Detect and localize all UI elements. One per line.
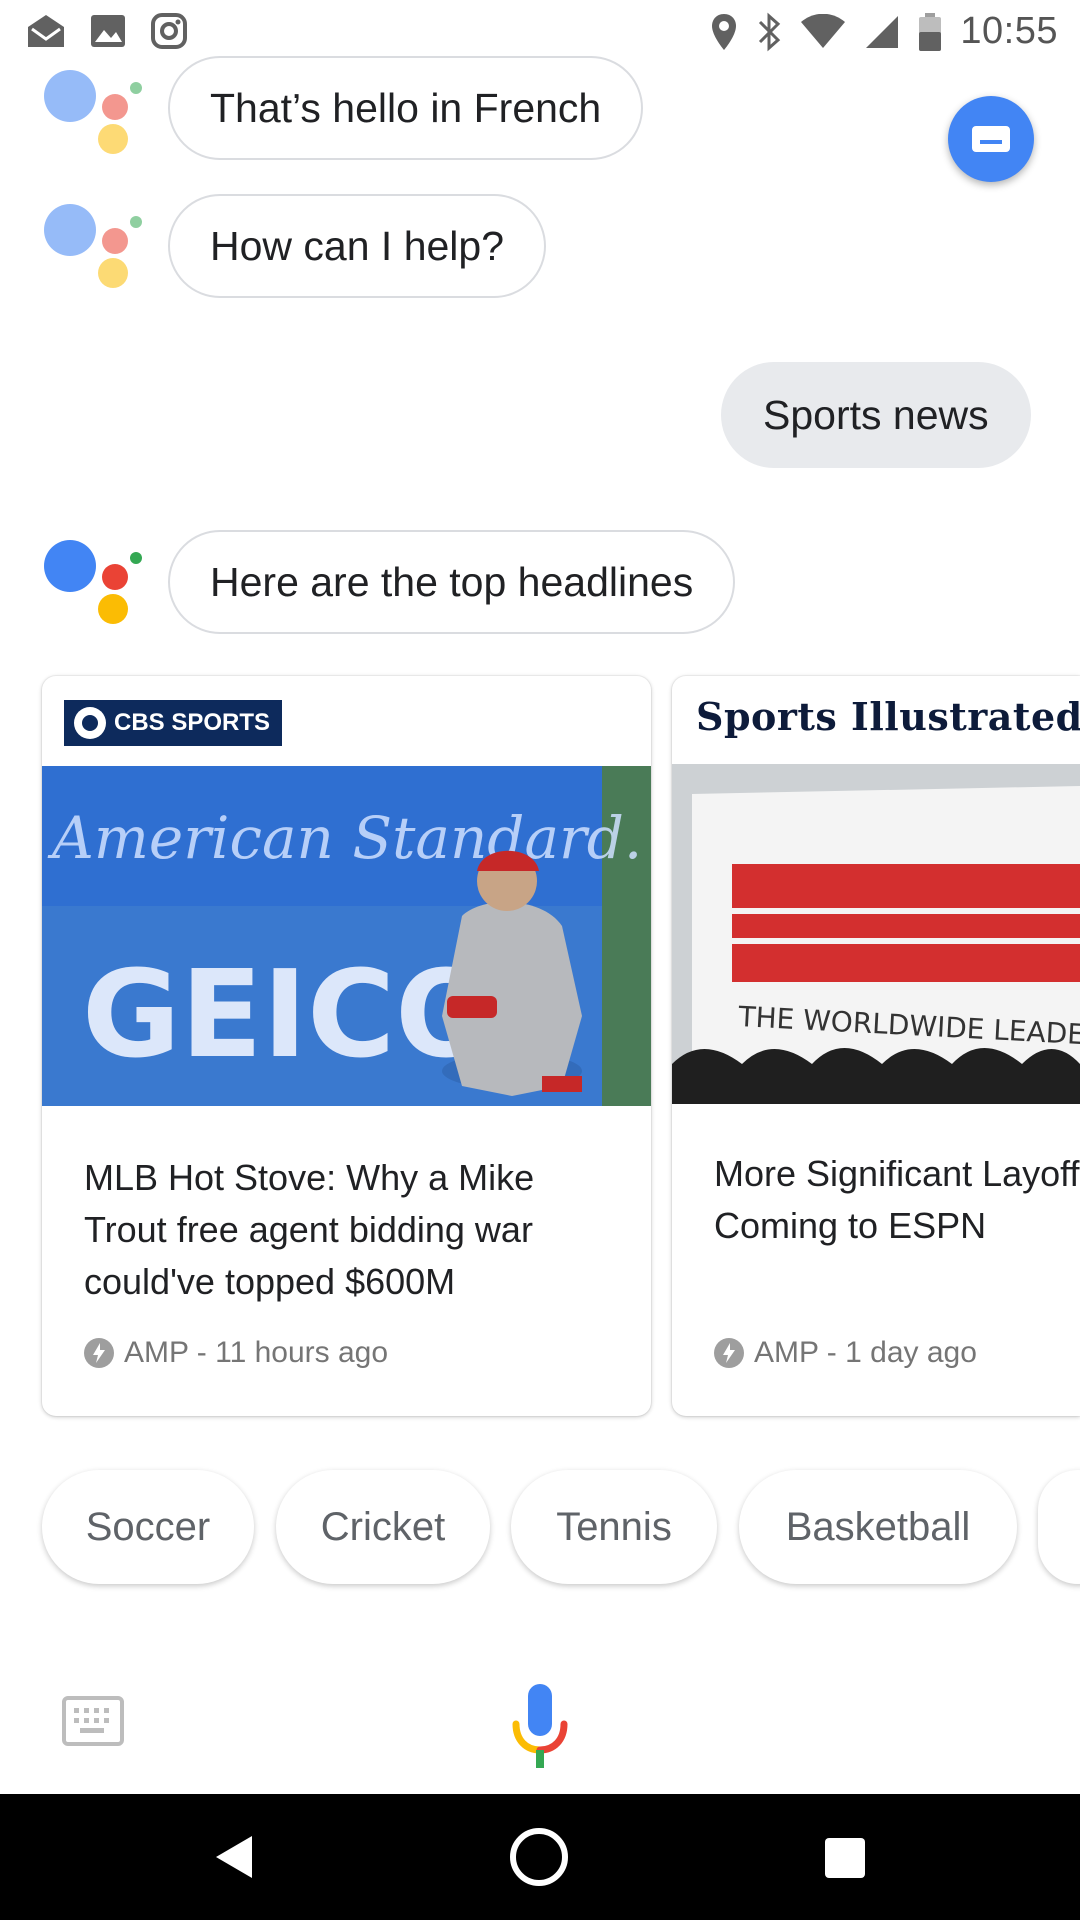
status-time: 10:55 xyxy=(960,10,1058,52)
recents-icon[interactable] xyxy=(824,1837,866,1879)
amp-bolt-icon xyxy=(84,1338,114,1368)
image-icon xyxy=(90,14,126,48)
battery-icon xyxy=(918,12,942,52)
assistant-logo xyxy=(42,536,142,636)
chip-soccer[interactable]: Soccer xyxy=(42,1470,254,1584)
cbs-eye-icon xyxy=(74,707,106,739)
amp-bolt-icon xyxy=(714,1338,744,1368)
assistant-message: How can I help? xyxy=(168,194,547,298)
svg-text:GEICO: GEICO xyxy=(82,946,497,1085)
card-meta: AMP - 1 day ago xyxy=(714,1336,977,1370)
location-icon xyxy=(710,12,738,52)
bluetooth-icon xyxy=(756,12,782,52)
chip-more[interactable] xyxy=(1038,1470,1080,1584)
chip-basketball[interactable]: Basketball xyxy=(739,1470,1017,1584)
card-image: American Standard. GEICO xyxy=(42,766,651,1106)
svg-text:American Standard.: American Standard. xyxy=(47,804,642,872)
card-meta: AMP - 11 hours ago xyxy=(84,1336,388,1370)
wifi-icon xyxy=(800,13,846,50)
navigation-bar xyxy=(0,1794,1080,1920)
assistant-logo xyxy=(42,66,142,166)
sports-illustrated-logo: Sports Illustrated xyxy=(696,694,1080,739)
assistant-message: Here are the top headlines xyxy=(168,530,736,634)
chip-cricket[interactable]: Cricket xyxy=(276,1470,490,1584)
keyboard-toggle-button[interactable] xyxy=(948,96,1034,182)
news-card[interactable]: Sports Illustrated THE WORLDWIDE LEADER … xyxy=(672,676,1080,1416)
keyboard-icon xyxy=(972,126,1010,152)
chip-tennis[interactable]: Tennis xyxy=(511,1470,717,1584)
assistant-logo xyxy=(42,200,142,300)
cbs-sports-logo: CBS SPORTS xyxy=(64,700,283,746)
signal-icon xyxy=(864,14,900,50)
microphone-icon xyxy=(512,1684,568,1768)
card-title: MLB Hot Stove: Why a Mike Trout free age… xyxy=(84,1157,535,1302)
card-title: More Significant Layoffs Coming to ESPN xyxy=(714,1153,1080,1246)
card-meta-text: AMP - 11 hours ago xyxy=(124,1336,389,1369)
news-card[interactable]: CBS SPORTS American Standard. GEICO MLB … xyxy=(42,676,651,1416)
back-icon[interactable] xyxy=(214,1834,254,1880)
card-meta-text: AMP - 1 day ago xyxy=(754,1336,977,1369)
status-bar: 10:55 xyxy=(0,0,1080,62)
card-image: THE WORLDWIDE LEADER IN S xyxy=(672,764,1080,1104)
instagram-icon xyxy=(150,12,188,50)
microphone-button[interactable] xyxy=(510,1682,570,1782)
user-message: Sports news xyxy=(721,362,1031,468)
home-icon[interactable] xyxy=(509,1827,569,1887)
keyboard-icon[interactable] xyxy=(62,1696,124,1746)
mail-icon xyxy=(26,13,66,49)
assistant-message: That’s hello in French xyxy=(168,56,644,160)
card-source: CBS SPORTS xyxy=(114,709,271,736)
